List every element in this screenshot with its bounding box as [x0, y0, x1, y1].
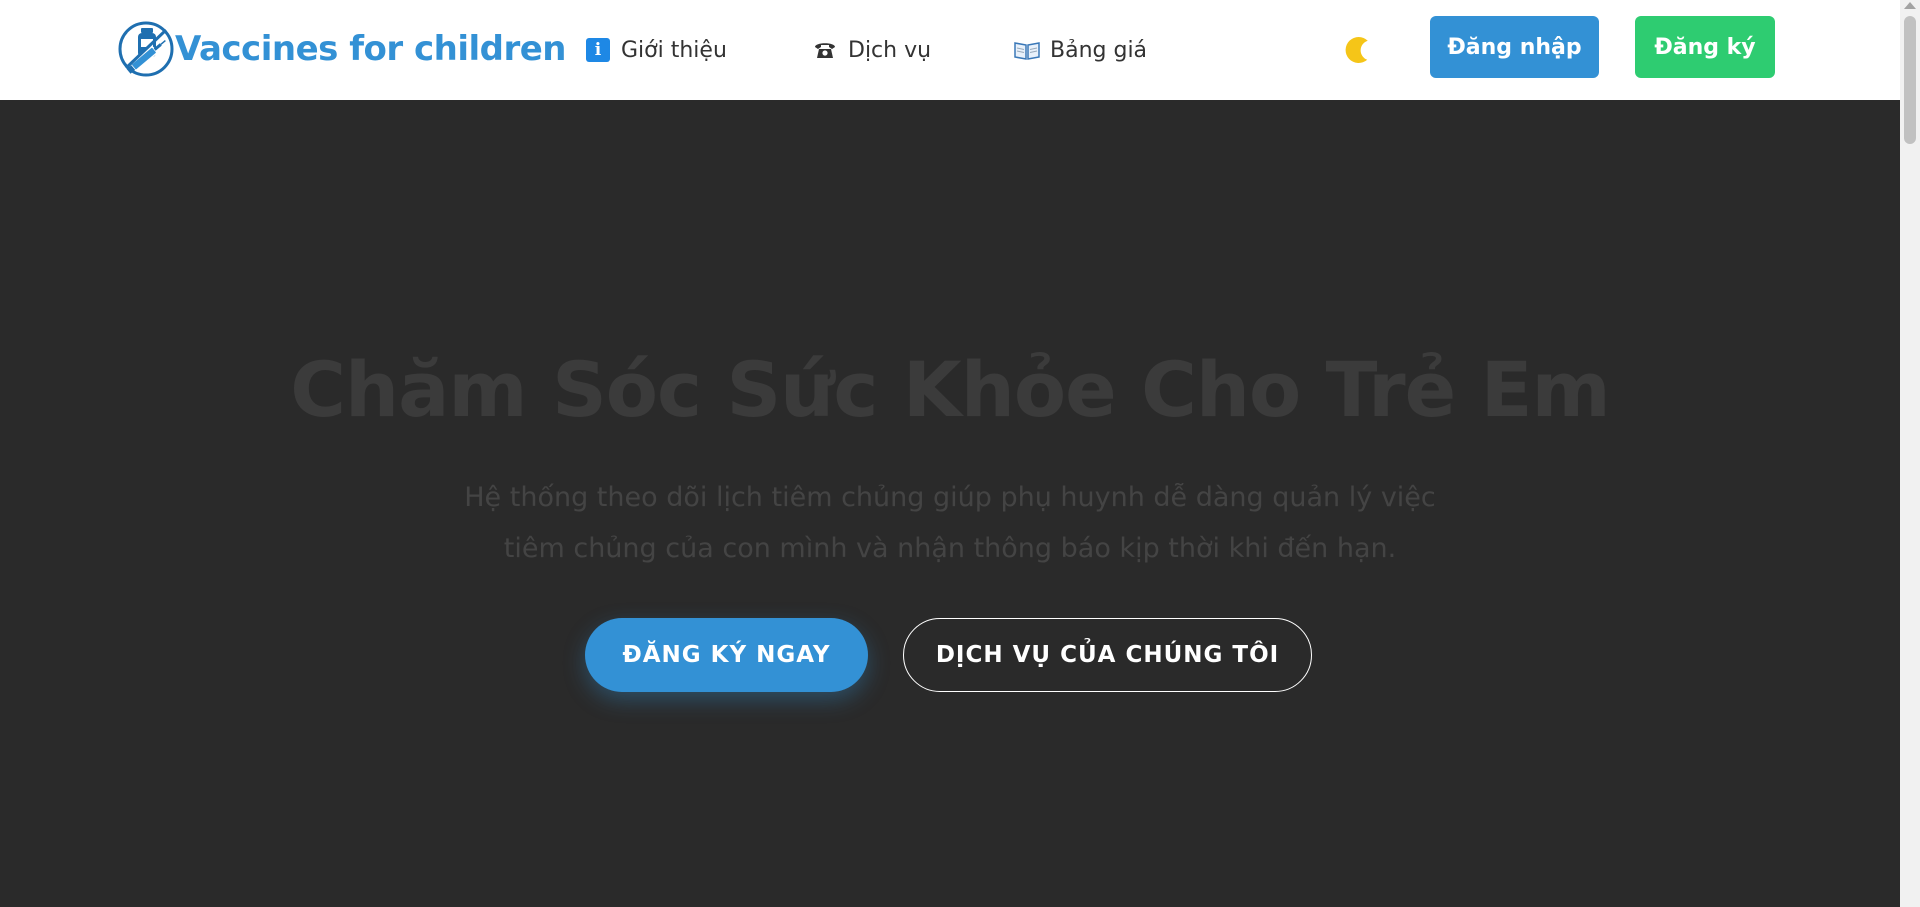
login-button[interactable]: Đăng nhập — [1430, 16, 1599, 78]
telephone-icon — [812, 37, 838, 63]
nav-item-label: Dịch vụ — [848, 37, 932, 63]
hero-section: Chăm Sóc Sức Khỏe Cho Trẻ Em Hệ thống th… — [0, 100, 1900, 907]
scrollbar-thumb[interactable] — [1904, 16, 1916, 144]
register-button[interactable]: Đăng ký — [1635, 16, 1775, 78]
nav-item-about[interactable]: i Giới thiệu — [585, 33, 727, 67]
logo-text: Vaccines for children — [175, 29, 567, 69]
our-services-button[interactable]: DỊCH VỤ CỦA CHÚNG TÔI — [903, 618, 1312, 692]
theme-toggle-button[interactable] — [1338, 30, 1378, 70]
moon-icon — [1345, 37, 1368, 63]
nav-item-label: Giới thiệu — [621, 37, 727, 63]
page-scrollbar[interactable] — [1900, 0, 1920, 907]
book-icon — [1014, 37, 1040, 63]
logo-link[interactable]: Vaccines for children — [117, 18, 567, 80]
register-now-button[interactable]: ĐĂNG KÝ NGAY — [585, 618, 868, 692]
nav-item-label: Bảng giá — [1050, 37, 1148, 63]
nav-item-pricing[interactable]: Bảng giá — [1014, 33, 1147, 67]
hero-subtitle: Hệ thống theo dõi lịch tiêm chủng giúp p… — [464, 482, 1436, 564]
vaccine-logo-icon — [118, 21, 174, 77]
hero-title: Chăm Sóc Sức Khỏe Cho Trẻ Em — [290, 345, 1610, 434]
site-header: Vaccines for children i Giới thiệu Dịch … — [0, 0, 1900, 100]
nav-item-services[interactable]: Dịch vụ — [812, 33, 931, 67]
scroll-up-arrow-icon[interactable] — [1904, 2, 1916, 9]
info-icon: i — [585, 37, 611, 63]
